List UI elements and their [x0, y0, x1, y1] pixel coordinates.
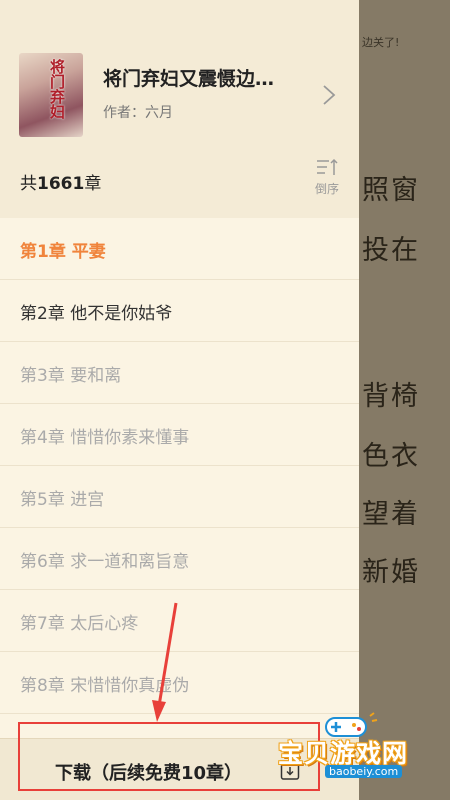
- chapter-item[interactable]: 第3章 要和离: [0, 342, 359, 404]
- sort-toggle-button[interactable]: 倒序: [310, 158, 344, 197]
- chapter-list: 第1章 平妻 第2章 他不是你姑爷 第3章 要和离 第4章 惜惜你素来懂事 第5…: [0, 218, 359, 776]
- reader-bg-line: 望着: [362, 499, 420, 530]
- chapter-title: 第8章 宋惜惜你真虚伪: [20, 676, 190, 696]
- chapter-title: 第6章 求一道和离旨意: [20, 552, 190, 572]
- chapter-count-value: 1661: [37, 174, 85, 194]
- chapter-title: 第1章 平妻: [20, 242, 106, 262]
- reader-bg-line: 色衣: [362, 441, 420, 472]
- reader-bg-line: 背椅: [362, 381, 420, 412]
- chapter-title: 第2章 他不是你姑爷: [20, 304, 173, 324]
- chapter-item[interactable]: 第2章 他不是你姑爷: [0, 280, 359, 342]
- chapter-item[interactable]: 第4章 惜惜你素来懂事: [0, 404, 359, 466]
- chapter-item[interactable]: 第8章 宋惜惜你真虚伪: [0, 652, 359, 714]
- chapter-title: 第7章 太后心疼: [20, 614, 139, 634]
- chapter-count-suffix: 章: [84, 174, 102, 194]
- chapter-title: 第4章 惜惜你素来懂事: [20, 428, 190, 448]
- chapter-title: 第5章 进宫: [20, 490, 105, 510]
- reader-bg-line: 照窗: [362, 175, 420, 206]
- book-title: 将门弃妇又震慑边…: [103, 68, 275, 90]
- chapter-item[interactable]: 第6章 求一道和离旨意: [0, 528, 359, 590]
- chapter-item[interactable]: 第1章 平妻: [0, 218, 359, 280]
- chevron-right-icon[interactable]: [320, 84, 338, 106]
- reader-bg-header-text: 边关了!: [362, 36, 400, 49]
- watermark-url: baobeiy.com: [325, 765, 403, 778]
- book-cover-text: 将门弃妇: [48, 59, 66, 119]
- sort-order-icon: [317, 158, 338, 175]
- reader-bg-line: 新婚: [362, 557, 420, 588]
- chapter-drawer: 将门弃妇 将门弃妇又震慑边… 作者：六月 共1661章 倒序 第1章 平妻 第2…: [0, 0, 359, 800]
- chapter-count-row: 共1661章 倒序: [0, 150, 359, 218]
- chapter-item[interactable]: 第7章 太后心疼: [0, 590, 359, 652]
- chapter-item[interactable]: 第5章 进宫: [0, 466, 359, 528]
- book-cover: 将门弃妇: [19, 53, 83, 137]
- watermark-logo: 宝贝游戏网 baobeiy.com: [275, 712, 445, 784]
- chapter-title: 第3章 要和离: [20, 366, 122, 386]
- book-info-header[interactable]: 将门弃妇 将门弃妇又震慑边… 作者：六月: [0, 0, 359, 150]
- book-author: 作者：六月: [103, 105, 173, 121]
- chapter-count: 共1661章: [20, 169, 101, 194]
- chapter-count-prefix: 共: [20, 174, 37, 194]
- reader-bg-line: 投在: [362, 235, 420, 266]
- sort-label: 倒序: [314, 182, 339, 196]
